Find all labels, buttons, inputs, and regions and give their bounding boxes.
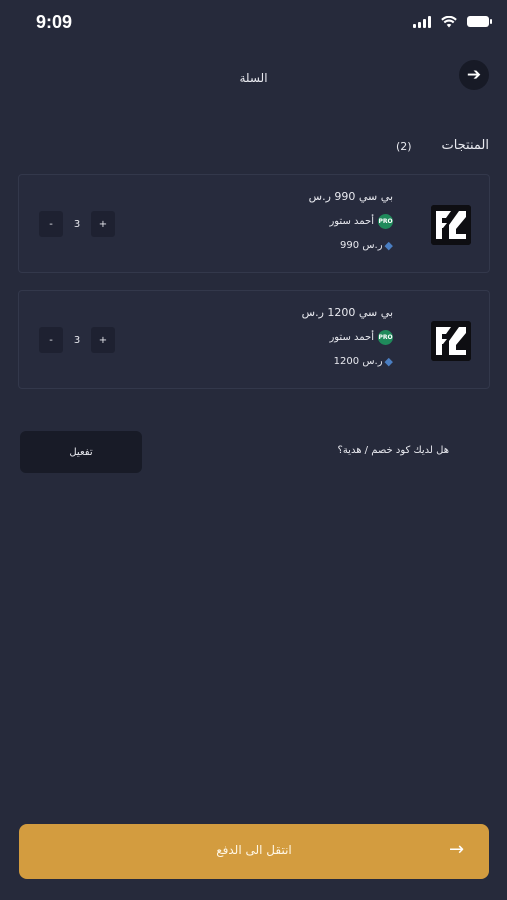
- decrease-quantity-button[interactable]: -: [39, 211, 63, 237]
- store-name: أحمد ستور: [329, 331, 374, 343]
- battery-icon: [467, 16, 492, 27]
- header: السلة ➔: [0, 56, 507, 100]
- back-button[interactable]: ➔: [459, 60, 489, 90]
- product-name: بي سي 990 ر.س: [308, 190, 393, 203]
- arrow-right-icon: ➔: [466, 65, 482, 85]
- section-title: المنتجات: [441, 138, 489, 153]
- product-logo: [431, 321, 471, 361]
- activate-coupon-button[interactable]: تفعيل: [20, 431, 142, 473]
- price-tag-icon: ◆: [384, 354, 393, 368]
- product-info: بي سي 1200 ر.س أحمد ستور PRO 1200 ر.س ◆: [302, 305, 393, 369]
- checkout-button[interactable]: انتقل الى الدفع →: [19, 824, 489, 879]
- store-row: أحمد ستور PRO: [302, 329, 393, 345]
- price-row: 990 ر.س ◆: [309, 237, 393, 253]
- price-row: 1200 ر.س ◆: [302, 353, 393, 369]
- products-section-header: المنتجات (2): [0, 138, 507, 158]
- status-time: 9:09: [36, 12, 73, 32]
- page-title: السلة: [239, 71, 268, 85]
- coupon-question: هل لديك كود خصم / هدية؟: [337, 445, 449, 456]
- status-bar: 9:09: [0, 0, 507, 46]
- product-price: 990 ر.س: [340, 239, 383, 251]
- store-name: أحمد ستور: [329, 215, 374, 227]
- product-card: بي سي 990 ر.س أحمد ستور PRO 990 ر.س ◆ - …: [18, 174, 490, 273]
- product-name: بي سي 1200 ر.س: [301, 306, 393, 319]
- checkout-label: انتقل الى الدفع: [216, 843, 292, 857]
- product-price: 1200 ر.س: [333, 355, 383, 367]
- arrow-right-icon: →: [449, 839, 465, 860]
- product-card: بي سي 1200 ر.س أحمد ستور PRO 1200 ر.س ◆ …: [18, 290, 490, 389]
- status-icons: [413, 15, 492, 28]
- product-info: بي سي 990 ر.س أحمد ستور PRO 990 ر.س ◆: [309, 189, 393, 253]
- product-logo: [431, 205, 471, 245]
- decrease-quantity-button[interactable]: -: [39, 327, 63, 353]
- quantity-stepper: - 3 +: [39, 327, 115, 353]
- wifi-icon: [441, 15, 457, 27]
- signal-icon: [413, 15, 431, 28]
- quantity-stepper: - 3 +: [39, 211, 115, 237]
- product-count: (2): [396, 140, 412, 153]
- quantity-value: 3: [73, 218, 81, 230]
- store-row: أحمد ستور PRO: [309, 213, 393, 229]
- store-badge-icon: PRO: [378, 213, 393, 229]
- increase-quantity-button[interactable]: +: [91, 327, 115, 353]
- quantity-value: 3: [73, 334, 81, 346]
- price-tag-icon: ◆: [384, 238, 393, 252]
- increase-quantity-button[interactable]: +: [91, 211, 115, 237]
- store-badge-icon: PRO: [378, 329, 393, 345]
